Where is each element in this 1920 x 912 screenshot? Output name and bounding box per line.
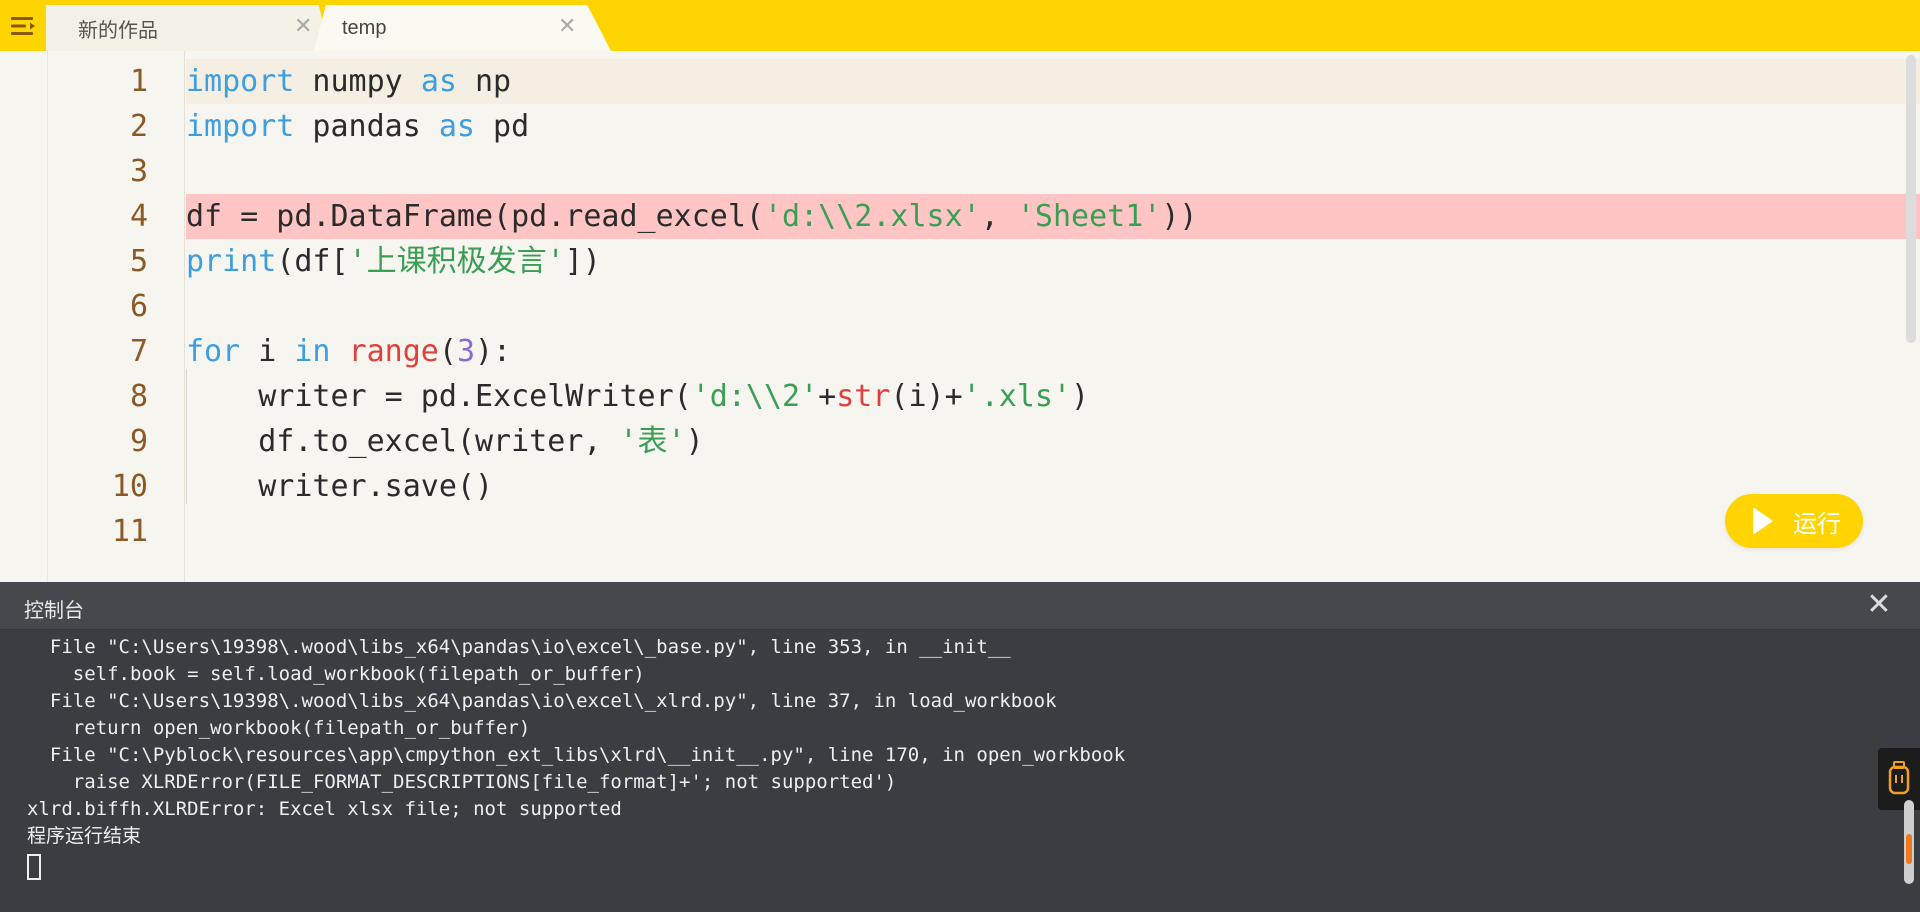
code-line[interactable]: print(df['上课积极发言']) [186,239,1920,284]
console-input-line[interactable] [0,850,1870,880]
code-line[interactable]: writer = pd.ExcelWriter('d:\\2'+str(i)+'… [186,374,1920,419]
code-token: range [348,334,439,369]
tab-label: temp [342,16,387,39]
code-token: 3 [456,334,475,369]
menu-icon [11,16,35,35]
line-number: 9 [129,424,148,459]
console-line: raise XLRDError(FILE_FORMAT_DESCRIPTIONS… [27,771,897,793]
code-token: writer = pd.ExcelWriter( [186,379,692,414]
menu-button[interactable] [0,0,46,51]
code-token: + [818,379,837,414]
code-token: np [456,64,512,99]
console-scrollbar[interactable] [1904,800,1914,884]
code-token: ): [475,334,512,369]
indent-guide [186,369,187,504]
code-token: 'd:\\2.xlsx' [763,199,981,234]
side-tool-button[interactable] [1878,748,1920,810]
code-token: ( [438,334,457,369]
console-panel: 控制台 ✕ File "C:\Users\19398\.wood\libs_x6… [0,582,1920,912]
code-line[interactable] [186,284,1920,329]
code-token: i [240,334,295,369]
console-line: xlrd.biffh.XLRDError: Excel xlsx file; n… [27,798,622,820]
code-token: )) [1161,199,1198,234]
code-token: in [294,334,331,369]
code-line[interactable] [186,509,1920,554]
code-token: '表' [619,424,686,459]
run-button-label: 运行 [1793,509,1841,538]
code-token: '.xls' [962,379,1072,414]
line-number: 4 [129,199,148,234]
console-line: File "C:\Users\19398\.wood\libs_x64\pand… [27,690,1057,712]
code-token: 'd:\\2' [691,379,819,414]
editor-scrollbar[interactable] [1906,55,1916,343]
tab-bar: 新的作品 ✕ temp ✕ [0,0,1920,51]
code-token: pandas [294,109,439,144]
code-token: , [980,199,1017,234]
line-number: 7 [129,334,148,369]
code-token: df.to_excel(writer, [186,424,620,459]
code-line[interactable]: for i in range(3): [186,329,1920,374]
code-token: ]) [564,244,601,279]
console-line: File "C:\Users\19398\.wood\libs_x64\pand… [27,636,1011,658]
console-line: return open_workbook(filepath_or_buffer) [27,717,531,739]
console-output[interactable]: File "C:\Users\19398\.wood\libs_x64\pand… [0,634,1870,912]
line-number: 5 [129,244,148,279]
line-number: 2 [129,109,148,144]
code-line[interactable]: writer.save() [186,464,1920,509]
device-icon [1888,761,1910,795]
code-token: ) [685,424,704,459]
close-icon[interactable]: ✕ [558,15,576,37]
line-number: 6 [129,289,148,324]
code-token: '上课积极发言' [348,244,565,279]
code-line[interactable]: import numpy as np [186,59,1920,104]
code-token: writer.save() [186,469,494,504]
tab-new-work[interactable]: 新的作品 [46,5,330,51]
code-token: ) [1071,379,1090,414]
line-number: 8 [129,379,148,414]
close-icon[interactable]: ✕ [294,15,312,37]
code-area[interactable]: import numpy as np import pandas as pd df… [186,59,1920,554]
line-number-gutter: 1 2 3 4 5 6 7 8 9 10 11 [48,59,186,554]
line-number: 11 [111,514,148,549]
console-line: 程序运行结束 [27,825,142,847]
code-token: import [186,64,295,99]
code-token: print [186,244,277,279]
play-icon [1753,507,1773,535]
code-line-error[interactable]: df = pd.DataFrame(pd.read_excel('d:\\2.x… [186,194,1920,239]
code-line[interactable]: import pandas as pd [186,104,1920,149]
line-number: 3 [129,154,148,189]
code-token: as [420,64,457,99]
text-cursor [27,854,41,880]
code-token: df = pd.DataFrame(pd.read_excel( [186,199,764,234]
close-icon[interactable]: ✕ [1864,590,1894,620]
code-token: import [186,109,295,144]
gutter-divider [184,51,185,582]
line-number: 10 [111,469,148,504]
run-button[interactable]: 运行 [1725,494,1863,548]
editor-left-margin [0,51,48,582]
code-token: 'Sheet1' [1016,199,1162,234]
code-token: (df[ [276,244,349,279]
code-line[interactable]: df.to_excel(writer, '表') [186,419,1920,464]
console-title: 控制台 [24,598,84,622]
code-token: numpy [294,64,421,99]
console-line: self.book = self.load_workbook(filepath_… [27,663,645,685]
line-number: 1 [129,64,148,99]
code-token: for [186,334,241,369]
code-token: (i)+ [890,379,963,414]
tab-label: 新的作品 [78,19,158,42]
code-token: as [438,109,475,144]
scrollbar-thumb[interactable] [1906,834,1912,864]
code-token: str [836,379,891,414]
code-line[interactable] [186,149,1920,194]
console-line: File "C:\Pyblock\resources\app\cmpython_… [27,744,1126,766]
code-token: pd [475,109,530,144]
console-header: 控制台 ✕ [0,582,1920,630]
code-editor[interactable]: 1 2 3 4 5 6 7 8 9 10 11 import numpy as np import p… [0,51,1920,582]
